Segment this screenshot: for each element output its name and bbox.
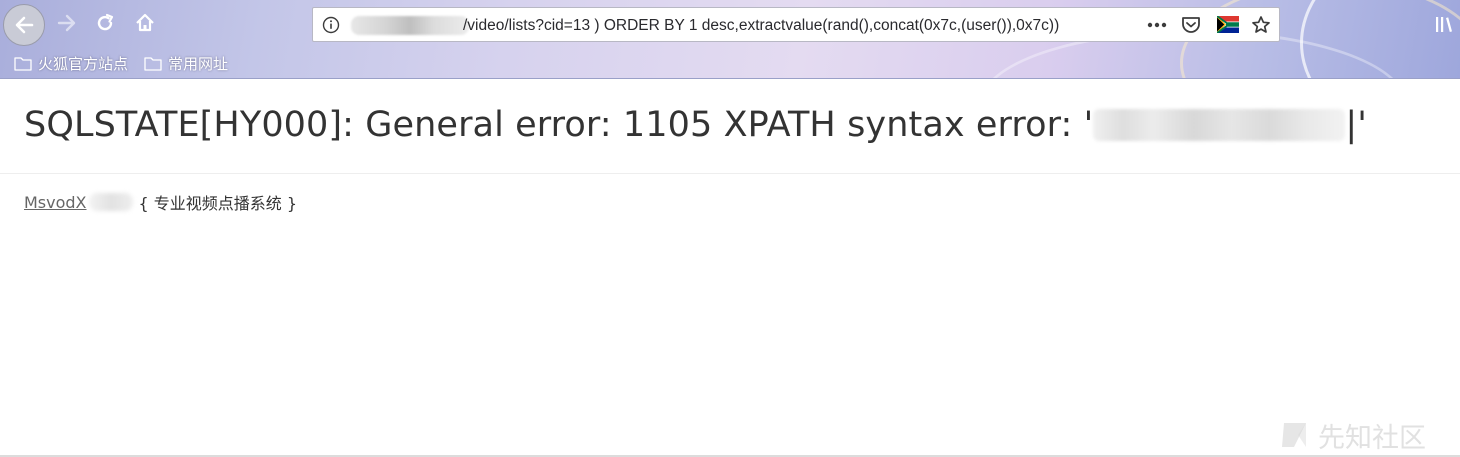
error-message: SQLSTATE[HY000]: General error: 1105 XPA… xyxy=(24,105,1094,145)
pocket-icon xyxy=(1182,17,1200,33)
forward-arrow-icon xyxy=(57,14,76,32)
footer: MsvodX { 专业视频点播系统 } xyxy=(24,191,298,214)
redacted-version xyxy=(88,193,133,211)
bookmark-star-button[interactable] xyxy=(1249,14,1273,36)
back-button[interactable] xyxy=(3,4,45,46)
home-button[interactable] xyxy=(132,10,158,36)
library-icon[interactable] xyxy=(1434,14,1456,34)
bookmark-common-sites[interactable]: 常用网址 xyxy=(144,53,228,73)
folder-icon xyxy=(144,56,162,71)
address-bar[interactable]: /video/lists?cid=13 ) ORDER BY 1 desc,ex… xyxy=(312,7,1280,42)
bookmark-label: 常用网址 xyxy=(168,55,229,73)
folder-icon xyxy=(14,56,32,71)
home-icon xyxy=(136,13,154,32)
back-arrow-icon xyxy=(15,16,34,34)
error-heading: SQLSTATE[HY000]: General error: 1105 XPA… xyxy=(24,100,1367,150)
more-dots-icon xyxy=(1147,22,1167,28)
page-actions-button[interactable] xyxy=(1145,14,1169,36)
url-text[interactable]: /video/lists?cid=13 ) ORDER BY 1 desc,ex… xyxy=(463,16,1099,36)
forward-button[interactable] xyxy=(54,10,80,36)
msvodx-link[interactable]: MsvodX xyxy=(24,193,87,212)
south-africa-flag-icon[interactable] xyxy=(1217,16,1239,33)
footer-tagline: { 专业视频点播系统 } xyxy=(138,194,298,213)
xianzhi-logo-icon xyxy=(1282,423,1306,447)
watermark: 先知社区 xyxy=(1280,418,1426,454)
reload-button[interactable] xyxy=(92,10,118,36)
browser-toolbar: /video/lists?cid=13 ) ORDER BY 1 desc,ex… xyxy=(0,0,1460,79)
bookmark-label: 火狐官方站点 xyxy=(38,55,129,73)
redacted-host xyxy=(351,16,469,35)
star-icon xyxy=(1252,16,1270,33)
redacted-user xyxy=(1093,109,1346,141)
pocket-button[interactable] xyxy=(1179,14,1203,36)
divider xyxy=(0,173,1460,174)
error-suffix: |' xyxy=(1345,105,1367,145)
info-icon xyxy=(322,16,340,34)
reload-icon xyxy=(97,13,114,31)
bookmark-firefox-official[interactable]: 火狐官方站点 xyxy=(14,53,128,73)
watermark-text: 先知社区 xyxy=(1318,422,1426,454)
site-info-button[interactable] xyxy=(321,15,341,35)
bookmarks-toolbar: 火狐官方站点 常用网址 xyxy=(0,50,400,76)
